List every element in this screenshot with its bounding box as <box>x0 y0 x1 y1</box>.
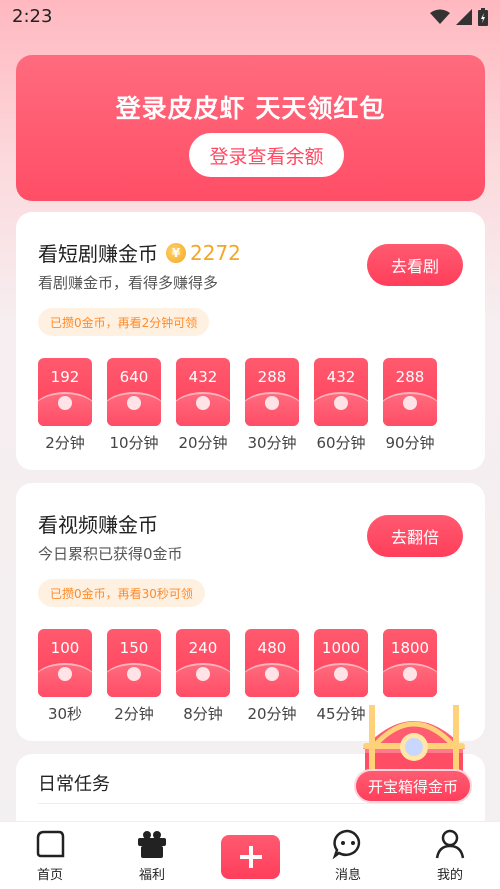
packet-amount: 150 <box>119 639 149 657</box>
status-bar: 2:23 <box>0 0 500 36</box>
packet-label: 8分钟 <box>183 705 223 723</box>
red-packet: 640 <box>107 358 161 426</box>
open-chest-button[interactable]: 开宝箱得金币 <box>354 769 472 803</box>
short-drama-card: 看短剧赚金币 ¥ 2272 看剧赚金币，看得多赚得多 去看剧 已攒0金币，再看2… <box>16 212 485 470</box>
short-drama-title: 看短剧赚金币 <box>38 242 158 266</box>
coin-icon: ¥ <box>166 242 186 263</box>
plus-icon <box>239 846 262 868</box>
wifi-icon <box>430 9 450 24</box>
red-packet: 288 <box>383 358 437 426</box>
packet-item[interactable]: 288 90分钟 <box>383 358 437 453</box>
packet-label: 30分钟 <box>247 434 297 452</box>
status-icons <box>430 8 488 26</box>
packet-amount: 100 <box>50 639 80 657</box>
red-packet: 100 <box>38 629 92 697</box>
red-packet: 432 <box>314 358 368 426</box>
tab-messages[interactable]: 消息 <box>308 828 388 883</box>
red-packet: 1000 <box>314 629 368 697</box>
short-drama-packets: 192 2分钟 640 10分钟 432 20分钟 288 30分钟 432 6… <box>38 358 452 453</box>
tab-profile[interactable]: 我的 <box>410 828 490 883</box>
double-reward-button[interactable]: 去翻倍 <box>367 515 463 557</box>
packet-amount: 1000 <box>321 639 361 657</box>
packet-label: 30秒 <box>47 705 83 723</box>
tab-welfare[interactable]: 福利 <box>112 828 192 883</box>
video-title-row: 看视频赚金币 <box>38 509 158 538</box>
packet-label: 2分钟 <box>45 434 85 452</box>
create-post-button[interactable] <box>221 835 280 879</box>
signal-icon <box>456 9 472 25</box>
red-packet: 1800 <box>383 629 437 697</box>
message-icon <box>332 829 361 860</box>
bottom-tab-bar: 首页 福利 消息 我的 <box>0 821 500 889</box>
daily-tasks-title: 日常任务 <box>38 774 110 795</box>
profile-icon <box>435 829 465 859</box>
video-hint: 已攒0金币，再看30秒可领 <box>38 579 205 607</box>
video-title: 看视频赚金币 <box>38 513 158 537</box>
red-packet: 432 <box>176 358 230 426</box>
packet-amount: 432 <box>326 368 356 386</box>
short-drama-title-row: 看短剧赚金币 ¥ 2272 <box>38 238 241 267</box>
red-packet: 288 <box>245 358 299 426</box>
packet-amount: 480 <box>257 639 287 657</box>
coin-amount: 2272 <box>190 240 241 265</box>
tab-home[interactable]: 首页 <box>10 828 90 883</box>
packet-amount: 288 <box>395 368 425 386</box>
tab-label: 福利 <box>138 868 165 883</box>
packet-label: 2分钟 <box>114 705 154 723</box>
coin-balance: ¥ 2272 <box>166 241 241 265</box>
short-drama-subtitle: 看剧赚金币，看得多赚得多 <box>38 274 219 292</box>
tab-label: 我的 <box>436 868 463 883</box>
packet-amount: 1800 <box>390 639 430 657</box>
packet-amount: 640 <box>119 368 149 386</box>
banner-title: 登录皮皮虾 天天领红包 <box>115 94 386 123</box>
packet-item[interactable]: 192 2分钟 <box>38 358 92 453</box>
battery-charging-icon <box>478 8 488 26</box>
red-packet: 240 <box>176 629 230 697</box>
packet-item[interactable]: 640 10分钟 <box>107 358 161 453</box>
video-subtitle: 今日累积已获得0金币 <box>38 545 183 563</box>
short-drama-hint: 已攒0金币，再看2分钟可领 <box>38 308 210 336</box>
packet-item[interactable]: 150 2分钟 <box>107 629 161 724</box>
gift-icon <box>138 831 166 858</box>
packet-label: 20分钟 <box>247 705 297 723</box>
packet-amount: 432 <box>188 368 218 386</box>
packet-label: 60分钟 <box>316 434 366 452</box>
packet-label: 90分钟 <box>385 434 435 452</box>
red-packet: 192 <box>38 358 92 426</box>
login-balance-button[interactable]: 登录查看余额 <box>189 133 344 177</box>
packet-amount: 192 <box>50 368 80 386</box>
packet-item[interactable]: 240 8分钟 <box>176 629 230 724</box>
packet-item[interactable]: 288 30分钟 <box>245 358 299 453</box>
packet-item[interactable]: 100 30秒 <box>38 629 92 724</box>
watch-drama-button[interactable]: 去看剧 <box>367 244 463 286</box>
packet-item[interactable]: 480 20分钟 <box>245 629 299 724</box>
home-icon <box>36 830 65 858</box>
tab-label: 消息 <box>334 868 361 883</box>
red-packet: 150 <box>107 629 161 697</box>
packet-item[interactable]: 432 20分钟 <box>176 358 230 453</box>
packet-amount: 288 <box>257 368 287 386</box>
tab-label: 首页 <box>36 868 63 883</box>
packet-label: 10分钟 <box>109 434 159 452</box>
red-packet: 480 <box>245 629 299 697</box>
status-time: 2:23 <box>12 6 53 27</box>
packet-item[interactable]: 432 60分钟 <box>314 358 368 453</box>
login-banner: 登录皮皮虾 天天领红包 登录查看余额 <box>16 55 485 201</box>
packet-amount: 240 <box>188 639 218 657</box>
packet-label: 20分钟 <box>178 434 228 452</box>
